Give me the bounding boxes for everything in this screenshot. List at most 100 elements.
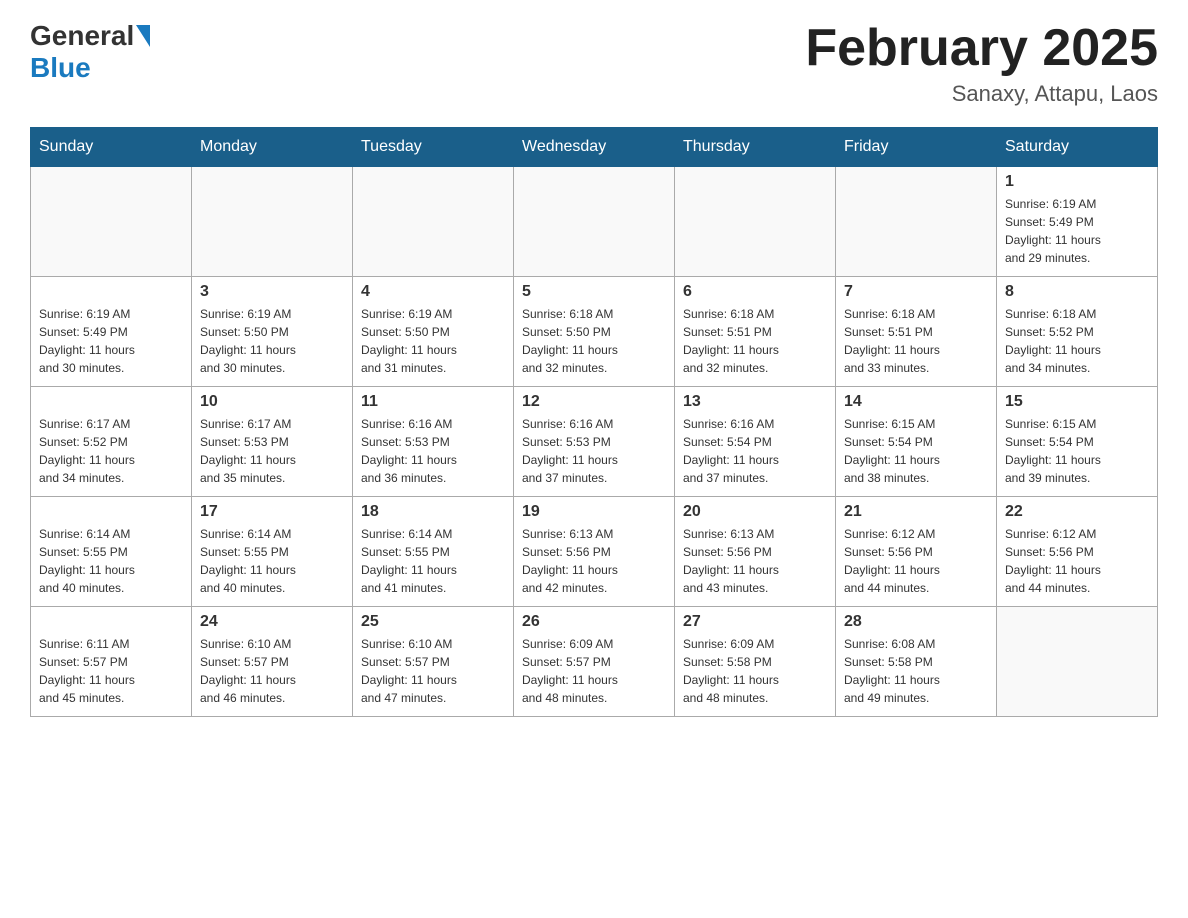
- calendar-cell: 24Sunrise: 6:10 AM Sunset: 5:57 PM Dayli…: [192, 607, 353, 717]
- calendar-cell: 15 Sunrise: 6:15 AM Sunset: 5:54 PM Dayli…: [997, 387, 1158, 497]
- day-number: 13: [683, 393, 827, 411]
- calendar-cell: 1 Sunrise: 6:19 AM Sunset: 5:49 PM Daylig…: [997, 167, 1158, 277]
- day-number: 6: [683, 283, 827, 301]
- calendar-cell: 22 Sunrise: 6:12 AM Sunset: 5:56 PM Dayli…: [997, 497, 1158, 607]
- day-number: 26: [522, 613, 666, 631]
- day-number: 4: [361, 283, 505, 301]
- day-info: Sunrise: 6:18 AM Sunset: 5:50 PM Dayligh…: [522, 307, 618, 375]
- day-info: Sunrise: 6:17 AM Sunset: 5:53 PM Dayligh…: [200, 417, 296, 485]
- day-number: 18: [361, 503, 505, 521]
- calendar-cell: 21 Sunrise: 6:12 AM Sunset: 5:56 PM Dayli…: [836, 497, 997, 607]
- day-info: Sunrise: 6:16 AM Sunset: 5:54 PM Dayligh…: [683, 417, 779, 485]
- header-monday: Monday: [192, 128, 353, 167]
- week-row-4: 23Sunrise: 6:11 AM Sunset: 5:57 PM Dayli…: [31, 607, 1158, 717]
- calendar-cell: [675, 167, 836, 277]
- day-number: 23: [39, 613, 183, 631]
- logo-blue-text: Blue: [30, 52, 91, 83]
- day-info: Sunrise: 6:10 AM Sunset: 5:57 PM Dayligh…: [361, 637, 457, 705]
- page-header: General Blue February 2025 Sanaxy, Attap…: [30, 20, 1158, 107]
- day-info: Sunrise: 6:16 AM Sunset: 5:53 PM Dayligh…: [522, 417, 618, 485]
- calendar-cell: 16 Sunrise: 6:14 AM Sunset: 5:55 PM Dayli…: [31, 497, 192, 607]
- day-info: Sunrise: 6:12 AM Sunset: 5:56 PM Dayligh…: [1005, 527, 1101, 595]
- day-info: Sunrise: 6:15 AM Sunset: 5:54 PM Dayligh…: [844, 417, 940, 485]
- calendar-cell: [836, 167, 997, 277]
- logo-triangle-icon: [136, 25, 150, 47]
- day-number: 16: [39, 503, 183, 521]
- day-info: Sunrise: 6:14 AM Sunset: 5:55 PM Dayligh…: [200, 527, 296, 595]
- logo: General Blue: [30, 20, 152, 84]
- week-row-3: 16 Sunrise: 6:14 AM Sunset: 5:55 PM Dayli…: [31, 497, 1158, 607]
- calendar-cell: 10 Sunrise: 6:17 AM Sunset: 5:53 PM Dayli…: [192, 387, 353, 497]
- calendar-cell: 14 Sunrise: 6:15 AM Sunset: 5:54 PM Dayli…: [836, 387, 997, 497]
- day-number: 9: [39, 393, 183, 411]
- calendar-cell: [192, 167, 353, 277]
- day-number: 12: [522, 393, 666, 411]
- logo-general-text: General: [30, 20, 134, 52]
- calendar-cell: 17 Sunrise: 6:14 AM Sunset: 5:55 PM Dayli…: [192, 497, 353, 607]
- day-number: 22: [1005, 503, 1149, 521]
- calendar-cell: 7 Sunrise: 6:18 AM Sunset: 5:51 PM Daylig…: [836, 277, 997, 387]
- day-info: Sunrise: 6:17 AM Sunset: 5:52 PM Dayligh…: [39, 417, 135, 485]
- calendar-cell: 26 Sunrise: 6:09 AM Sunset: 5:57 PM Dayli…: [514, 607, 675, 717]
- day-info: Sunrise: 6:10 AM Sunset: 5:57 PM Dayligh…: [200, 637, 296, 705]
- day-number: 14: [844, 393, 988, 411]
- calendar-cell: 12 Sunrise: 6:16 AM Sunset: 5:53 PM Dayli…: [514, 387, 675, 497]
- day-number: 27: [683, 613, 827, 631]
- calendar-cell: [353, 167, 514, 277]
- header-friday: Friday: [836, 128, 997, 167]
- day-number: 8: [1005, 283, 1149, 301]
- day-info: Sunrise: 6:09 AM Sunset: 5:57 PM Dayligh…: [522, 637, 618, 705]
- calendar-cell: 27 Sunrise: 6:09 AM Sunset: 5:58 PM Dayli…: [675, 607, 836, 717]
- day-number: 19: [522, 503, 666, 521]
- calendar-cell: [514, 167, 675, 277]
- day-number: 15: [1005, 393, 1149, 411]
- title-section: February 2025 Sanaxy, Attapu, Laos: [805, 20, 1158, 107]
- day-number: 2: [39, 283, 183, 301]
- header-thursday: Thursday: [675, 128, 836, 167]
- calendar-cell: 9 Sunrise: 6:17 AM Sunset: 5:52 PM Daylig…: [31, 387, 192, 497]
- day-info: Sunrise: 6:13 AM Sunset: 5:56 PM Dayligh…: [522, 527, 618, 595]
- day-info: Sunrise: 6:18 AM Sunset: 5:52 PM Dayligh…: [1005, 307, 1101, 375]
- day-info: Sunrise: 6:18 AM Sunset: 5:51 PM Dayligh…: [844, 307, 940, 375]
- header-saturday: Saturday: [997, 128, 1158, 167]
- week-row-0: 1 Sunrise: 6:19 AM Sunset: 5:49 PM Daylig…: [31, 167, 1158, 277]
- calendar-cell: [31, 167, 192, 277]
- day-number: 11: [361, 393, 505, 411]
- calendar-cell: 4 Sunrise: 6:19 AM Sunset: 5:50 PM Daylig…: [353, 277, 514, 387]
- day-info: Sunrise: 6:19 AM Sunset: 5:49 PM Dayligh…: [39, 307, 135, 375]
- week-row-1: 2 Sunrise: 6:19 AM Sunset: 5:49 PM Daylig…: [31, 277, 1158, 387]
- calendar-cell: 6 Sunrise: 6:18 AM Sunset: 5:51 PM Daylig…: [675, 277, 836, 387]
- day-number: 28: [844, 613, 988, 631]
- day-info: Sunrise: 6:18 AM Sunset: 5:51 PM Dayligh…: [683, 307, 779, 375]
- day-info: Sunrise: 6:12 AM Sunset: 5:56 PM Dayligh…: [844, 527, 940, 595]
- day-info: Sunrise: 6:19 AM Sunset: 5:50 PM Dayligh…: [361, 307, 457, 375]
- calendar-cell: [997, 607, 1158, 717]
- calendar-body: 1 Sunrise: 6:19 AM Sunset: 5:49 PM Daylig…: [31, 167, 1158, 717]
- month-title: February 2025: [805, 20, 1158, 77]
- day-info: Sunrise: 6:14 AM Sunset: 5:55 PM Dayligh…: [361, 527, 457, 595]
- day-number: 7: [844, 283, 988, 301]
- day-info: Sunrise: 6:15 AM Sunset: 5:54 PM Dayligh…: [1005, 417, 1101, 485]
- day-number: 20: [683, 503, 827, 521]
- calendar-cell: 19 Sunrise: 6:13 AM Sunset: 5:56 PM Dayli…: [514, 497, 675, 607]
- calendar-cell: 11 Sunrise: 6:16 AM Sunset: 5:53 PM Dayli…: [353, 387, 514, 497]
- header-row: SundayMondayTuesdayWednesdayThursdayFrid…: [31, 128, 1158, 167]
- calendar-cell: 8 Sunrise: 6:18 AM Sunset: 5:52 PM Daylig…: [997, 277, 1158, 387]
- calendar-table: SundayMondayTuesdayWednesdayThursdayFrid…: [30, 127, 1158, 717]
- day-number: 1: [1005, 173, 1149, 191]
- calendar-cell: 2 Sunrise: 6:19 AM Sunset: 5:49 PM Daylig…: [31, 277, 192, 387]
- day-number: 10: [200, 393, 344, 411]
- header-tuesday: Tuesday: [353, 128, 514, 167]
- day-info: Sunrise: 6:19 AM Sunset: 5:49 PM Dayligh…: [1005, 197, 1101, 265]
- calendar-header: SundayMondayTuesdayWednesdayThursdayFrid…: [31, 128, 1158, 167]
- calendar-cell: 20Sunrise: 6:13 AM Sunset: 5:56 PM Dayli…: [675, 497, 836, 607]
- calendar-cell: 18 Sunrise: 6:14 AM Sunset: 5:55 PM Dayli…: [353, 497, 514, 607]
- day-number: 17: [200, 503, 344, 521]
- day-info: Sunrise: 6:09 AM Sunset: 5:58 PM Dayligh…: [683, 637, 779, 705]
- calendar-cell: 5Sunrise: 6:18 AM Sunset: 5:50 PM Daylig…: [514, 277, 675, 387]
- day-info: Sunrise: 6:14 AM Sunset: 5:55 PM Dayligh…: [39, 527, 135, 595]
- day-number: 25: [361, 613, 505, 631]
- location-title: Sanaxy, Attapu, Laos: [805, 81, 1158, 107]
- day-info: Sunrise: 6:16 AM Sunset: 5:53 PM Dayligh…: [361, 417, 457, 485]
- day-number: 21: [844, 503, 988, 521]
